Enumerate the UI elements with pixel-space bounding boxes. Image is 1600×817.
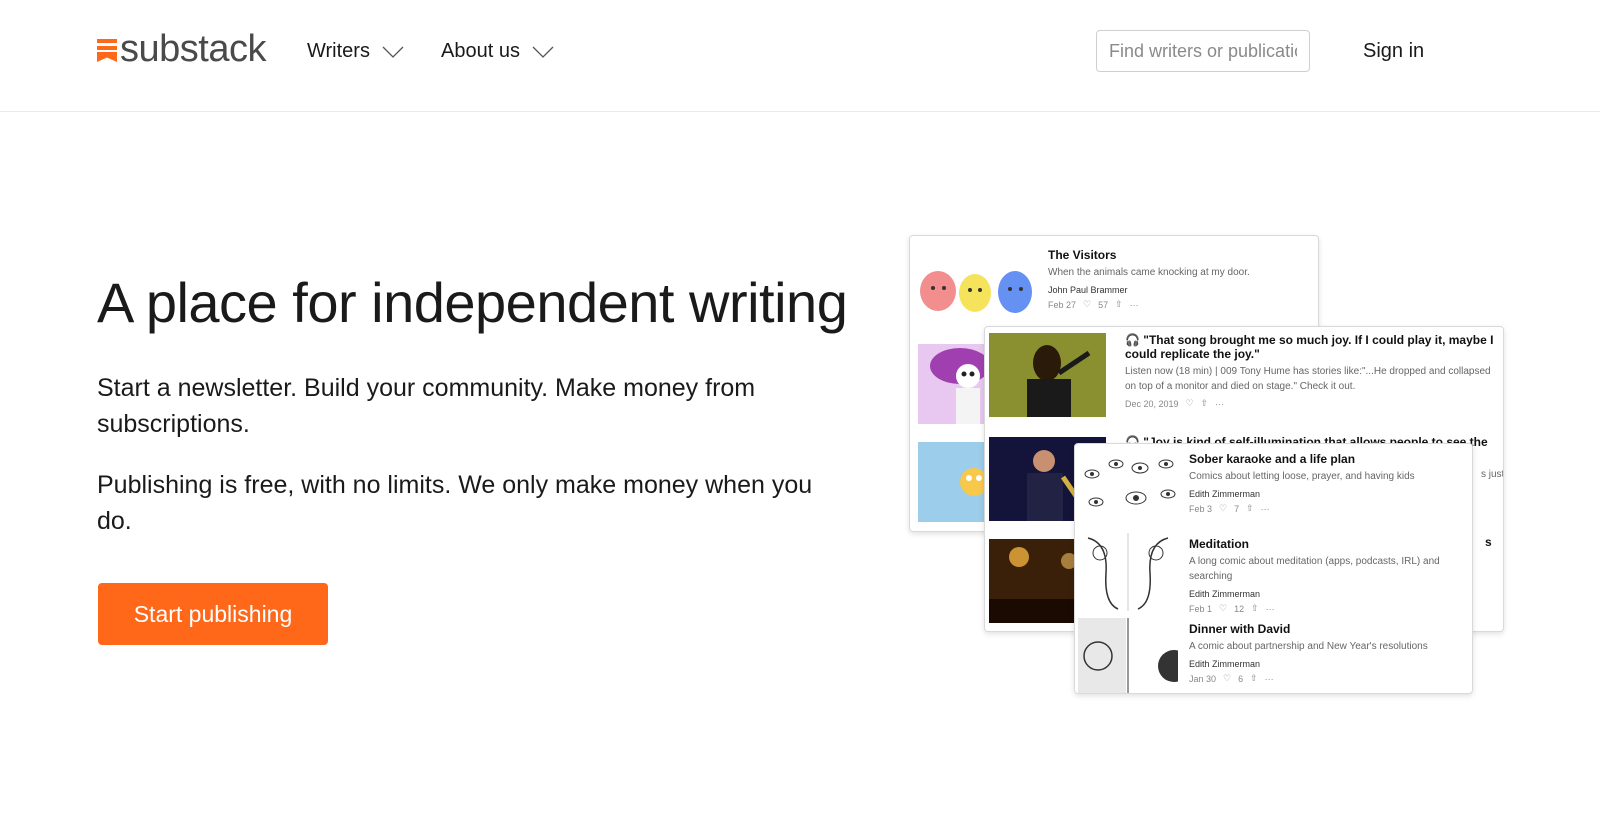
nav-writers[interactable]: Writers [307, 40, 404, 63]
hero-paragraph-1: Start a newsletter. Build your community… [97, 374, 756, 438]
concert-photo-thumbnail [989, 333, 1106, 417]
skeleton-illustration-thumbnail [918, 344, 984, 424]
post-title-fragment: s [1485, 535, 1503, 549]
heart-icon: ♡ [1219, 503, 1228, 513]
post-meta: Dec 20, 2019 ♡ ⇧ ··· [1125, 398, 1495, 409]
like-count: 7 [1234, 503, 1240, 514]
post-title: Sober karaoke and a life plan [1189, 452, 1356, 466]
visitors-thumbnail [918, 246, 1036, 324]
chevron-down-icon [382, 46, 404, 58]
post-subtitle: Listen now (18 min) | 009 Tony Hume has … [1125, 366, 1491, 392]
more-icon: ··· [1260, 503, 1270, 514]
post-the-visitors[interactable]: The Visitors When the animals came knock… [1048, 248, 1308, 310]
sign-in-link[interactable]: Sign in [1363, 40, 1424, 63]
more-icon: ··· [1264, 673, 1274, 684]
post-subtitle-fragment: s just [1481, 464, 1504, 482]
post-meta: Feb 1 ♡ 12 ⇧ ··· [1189, 603, 1469, 614]
chevron-down-icon [532, 46, 554, 58]
share-icon: ⇧ [1250, 673, 1258, 683]
heart-icon: ♡ [1223, 673, 1232, 683]
substack-logo-icon [97, 39, 117, 63]
substack-logo[interactable]: substack [97, 30, 266, 68]
nav-writers-label: Writers [307, 40, 370, 62]
post-meta: Feb 3 ♡ 7 ⇧ ··· [1189, 503, 1469, 514]
more-icon: ··· [1265, 603, 1275, 614]
post-date: Jan 30 [1189, 673, 1217, 684]
post-subtitle-tail: s just [1481, 469, 1504, 480]
post-subtitle: A long comic about meditation (apps, pod… [1189, 556, 1440, 582]
post-date: Feb 3 [1189, 503, 1213, 514]
share-icon: ⇧ [1246, 503, 1254, 513]
post-subtitle: Comics about letting loose, prayer, and … [1189, 471, 1415, 482]
post-dinner-with-david[interactable]: Dinner with David A comic about partners… [1189, 622, 1469, 684]
more-icon: ··· [1129, 299, 1139, 310]
post-sober-karaoke[interactable]: Sober karaoke and a life plan Comics abo… [1189, 452, 1469, 514]
post-title: Dinner with David [1189, 622, 1291, 636]
post-author: John Paul Brammer [1048, 285, 1128, 295]
post-date: Dec 20, 2019 [1125, 398, 1179, 409]
search-input[interactable] [1096, 30, 1310, 72]
dinner-comic-thumbnail [1078, 618, 1178, 693]
heart-icon: ♡ [1219, 603, 1228, 613]
heart-icon: ♡ [1185, 398, 1194, 408]
site-header: substack Writers About us Sign in [0, 0, 1600, 112]
share-icon: ⇧ [1115, 299, 1123, 309]
post-author: Edith Zimmerman [1189, 589, 1261, 599]
share-icon: ⇧ [1200, 398, 1209, 408]
post-that-song-brought-joy[interactable]: 🎧 "That song brought me so much joy. If … [1125, 333, 1495, 409]
post-author: Edith Zimmerman [1189, 659, 1261, 669]
post-title: Meditation [1189, 537, 1249, 551]
hero-paragraph-2: Publishing is free, with no limits. We o… [97, 471, 813, 535]
post-subtitle: A comic about partnership and New Year's… [1189, 641, 1428, 652]
more-icon: ··· [1215, 398, 1225, 409]
logo-wordmark: substack [120, 28, 266, 70]
preview-card-3: Sober karaoke and a life plan Comics abo… [1074, 443, 1473, 694]
post-meditation[interactable]: Meditation A long comic about meditation… [1189, 537, 1469, 614]
nav-about-us-label: About us [441, 40, 520, 62]
share-icon: ⇧ [1251, 603, 1259, 613]
emoji-thumbnail [918, 442, 984, 522]
post-meta: Feb 27 ♡ 57 ⇧ ··· [1048, 299, 1308, 310]
post-title-tail: s [1485, 535, 1492, 549]
start-publishing-button[interactable]: Start publishing [98, 583, 328, 645]
post-title: The Visitors [1048, 248, 1117, 262]
post-subtitle: When the animals came knocking at my doo… [1048, 267, 1250, 278]
like-count: 6 [1238, 673, 1244, 684]
heart-icon: ♡ [1083, 299, 1092, 309]
post-title: 🎧 "That song brought me so much joy. If … [1125, 333, 1494, 361]
post-date: Feb 27 [1048, 299, 1077, 310]
hero-title: A place for independent writing [97, 271, 848, 334]
post-date: Feb 1 [1189, 603, 1213, 614]
eyes-comic-thumbnail [1078, 448, 1178, 526]
like-count: 57 [1098, 299, 1109, 310]
post-author: Edith Zimmerman [1189, 489, 1261, 499]
post-meta: Jan 30 ♡ 6 ⇧ ··· [1189, 673, 1469, 684]
meditation-comic-thumbnail [1078, 533, 1178, 611]
nav-about-us[interactable]: About us [441, 40, 554, 63]
like-count: 12 [1234, 603, 1245, 614]
